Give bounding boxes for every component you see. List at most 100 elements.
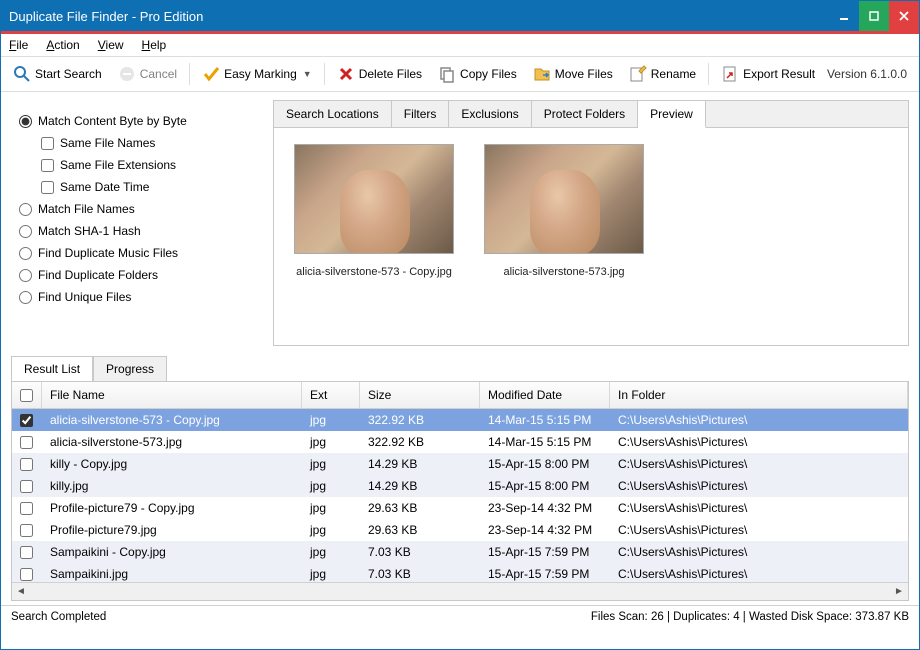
grid-header: File Name Ext Size Modified Date In Fold… — [12, 382, 908, 409]
toolbar: Start Search Cancel Easy Marking ▼ Delet… — [1, 56, 919, 92]
row-date: 14-Mar-15 5:15 PM — [480, 413, 610, 427]
row-name: killy - Copy.jpg — [42, 457, 302, 471]
radio-find-folders[interactable]: Find Duplicate Folders — [19, 264, 257, 286]
row-checkbox[interactable] — [12, 546, 42, 559]
radio-find-unique[interactable]: Find Unique Files — [19, 286, 257, 308]
row-folder: C:\Users\Ashis\Pictures\ — [610, 567, 908, 581]
row-folder: C:\Users\Ashis\Pictures\ — [610, 413, 908, 427]
table-row[interactable]: Sampaikini.jpgjpg7.03 KB15-Apr-15 7:59 P… — [12, 563, 908, 582]
menu-view[interactable]: View — [98, 38, 124, 52]
minimize-icon — [839, 11, 849, 21]
row-name: Profile-picture79 - Copy.jpg — [42, 501, 302, 515]
col-date[interactable]: Modified Date — [480, 382, 610, 408]
row-size: 322.92 KB — [360, 413, 480, 427]
row-ext: jpg — [302, 413, 360, 427]
row-checkbox[interactable] — [12, 436, 42, 449]
copy-files-button[interactable]: Copy Files — [432, 62, 523, 86]
radio-find-music[interactable]: Find Duplicate Music Files — [19, 242, 257, 264]
row-date: 15-Apr-15 7:59 PM — [480, 545, 610, 559]
maximize-button[interactable] — [859, 1, 889, 31]
delete-icon — [337, 65, 355, 83]
row-checkbox[interactable] — [12, 414, 42, 427]
chevron-down-icon: ▼ — [303, 69, 312, 79]
radio-match-content[interactable]: Match Content Byte by Byte — [19, 110, 257, 132]
radio-match-sha1[interactable]: Match SHA-1 Hash — [19, 220, 257, 242]
col-size[interactable]: Size — [360, 382, 480, 408]
row-date: 15-Apr-15 8:00 PM — [480, 457, 610, 471]
result-grid: File Name Ext Size Modified Date In Fold… — [11, 381, 909, 601]
row-folder: C:\Users\Ashis\Pictures\ — [610, 479, 908, 493]
row-folder: C:\Users\Ashis\Pictures\ — [610, 435, 908, 449]
tab-exclusions[interactable]: Exclusions — [449, 101, 531, 127]
checkmark-icon — [202, 65, 220, 83]
scroll-track[interactable] — [30, 584, 890, 600]
table-row[interactable]: Profile-picture79.jpgjpg29.63 KB23-Sep-1… — [12, 519, 908, 541]
horizontal-scrollbar[interactable]: ◄ ► — [12, 582, 908, 600]
tab-protect-folders[interactable]: Protect Folders — [532, 101, 638, 127]
row-size: 14.29 KB — [360, 479, 480, 493]
rename-button[interactable]: Rename — [623, 62, 702, 86]
menu-file[interactable]: File — [9, 38, 28, 52]
col-ext[interactable]: Ext — [302, 382, 360, 408]
preview-item[interactable]: alicia-silverstone-573 - Copy.jpg — [294, 144, 454, 278]
rename-icon — [629, 65, 647, 83]
grid-body[interactable]: alicia-silverstone-573 - Copy.jpgjpg322.… — [12, 409, 908, 582]
col-folder[interactable]: In Folder — [610, 382, 908, 408]
row-checkbox[interactable] — [12, 480, 42, 493]
table-row[interactable]: Profile-picture79 - Copy.jpgjpg29.63 KB2… — [12, 497, 908, 519]
menu-help[interactable]: Help — [142, 38, 167, 52]
export-result-button[interactable]: Export Result — [715, 62, 821, 86]
row-ext: jpg — [302, 545, 360, 559]
table-row[interactable]: alicia-silverstone-573 - Copy.jpgjpg322.… — [12, 409, 908, 431]
delete-files-button[interactable]: Delete Files — [331, 62, 428, 86]
row-name: alicia-silverstone-573.jpg — [42, 435, 302, 449]
row-folder: C:\Users\Ashis\Pictures\ — [610, 457, 908, 471]
move-files-button[interactable]: Move Files — [527, 62, 619, 86]
right-tabs: Search Locations Filters Exclusions Prot… — [274, 101, 908, 128]
row-checkbox[interactable] — [12, 568, 42, 581]
minimize-button[interactable] — [829, 1, 859, 31]
easy-marking-label: Easy Marking — [224, 67, 297, 81]
row-size: 29.63 KB — [360, 523, 480, 537]
col-check[interactable] — [12, 382, 42, 408]
close-icon — [899, 11, 909, 21]
preview-item[interactable]: alicia-silverstone-573.jpg — [484, 144, 644, 278]
tab-filters[interactable]: Filters — [392, 101, 450, 127]
table-row[interactable]: killy.jpgjpg14.29 KB15-Apr-15 8:00 PMC:\… — [12, 475, 908, 497]
version-label: Version 6.1.0.0 — [827, 67, 913, 81]
start-search-button[interactable]: Start Search — [7, 62, 108, 86]
row-checkbox[interactable] — [12, 524, 42, 537]
tab-preview[interactable]: Preview — [638, 101, 706, 128]
scroll-right-icon[interactable]: ► — [890, 584, 908, 600]
scroll-left-icon[interactable]: ◄ — [12, 584, 30, 600]
row-date: 23-Sep-14 4:32 PM — [480, 501, 610, 515]
table-row[interactable]: alicia-silverstone-573.jpgjpg322.92 KB14… — [12, 431, 908, 453]
tab-search-locations[interactable]: Search Locations — [274, 101, 392, 127]
copy-files-label: Copy Files — [460, 67, 517, 81]
move-files-label: Move Files — [555, 67, 613, 81]
table-row[interactable]: Sampaikini - Copy.jpgjpg7.03 KB15-Apr-15… — [12, 541, 908, 563]
move-icon — [533, 65, 551, 83]
preview-pane: alicia-silverstone-573 - Copy.jpg alicia… — [274, 128, 908, 294]
row-ext: jpg — [302, 479, 360, 493]
row-name: Sampaikini - Copy.jpg — [42, 545, 302, 559]
row-name: Profile-picture79.jpg — [42, 523, 302, 537]
check-same-ext[interactable]: Same File Extensions — [41, 154, 257, 176]
menu-action[interactable]: Action — [46, 38, 79, 52]
easy-marking-button[interactable]: Easy Marking ▼ — [196, 62, 318, 86]
copy-icon — [438, 65, 456, 83]
row-checkbox[interactable] — [12, 502, 42, 515]
col-name[interactable]: File Name — [42, 382, 302, 408]
tab-result-list[interactable]: Result List — [11, 356, 93, 381]
tab-progress[interactable]: Progress — [93, 356, 167, 381]
cancel-button[interactable]: Cancel — [112, 62, 183, 86]
table-row[interactable]: killy - Copy.jpgjpg14.29 KB15-Apr-15 8:0… — [12, 453, 908, 475]
search-icon — [13, 65, 31, 83]
row-checkbox[interactable] — [12, 458, 42, 471]
row-ext: jpg — [302, 435, 360, 449]
match-options-panel: Match Content Byte by Byte Same File Nam… — [11, 100, 265, 346]
close-button[interactable] — [889, 1, 919, 31]
radio-match-names[interactable]: Match File Names — [19, 198, 257, 220]
check-same-names[interactable]: Same File Names — [41, 132, 257, 154]
check-same-date[interactable]: Same Date Time — [41, 176, 257, 198]
